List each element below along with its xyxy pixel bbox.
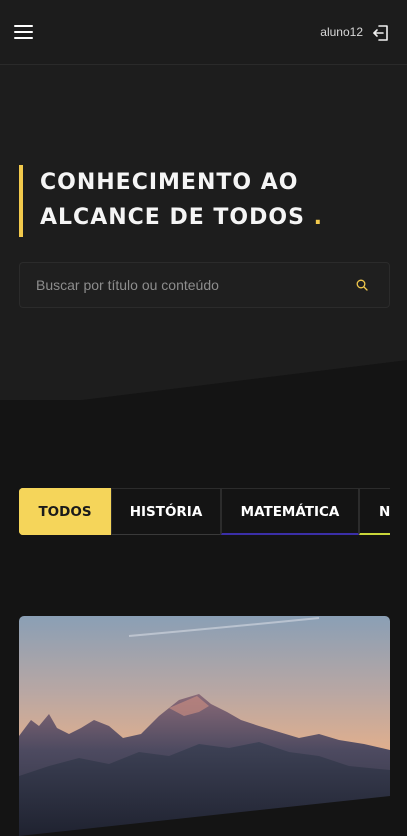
hero-background: [0, 65, 407, 410]
hero-title-line-1: CONHECIMENTO AO: [40, 170, 299, 195]
logout-icon[interactable]: [372, 24, 390, 42]
search-input[interactable]: [20, 263, 340, 307]
category-tabs: TODOS HISTÓRIA MATEMÁTICA N: [19, 488, 390, 535]
tab-historia[interactable]: HISTÓRIA: [111, 488, 221, 535]
hero-title-line-2: ALCANCE DE TODOS .: [40, 200, 379, 235]
search-icon[interactable]: [356, 279, 368, 291]
tab-todos[interactable]: TODOS: [19, 488, 111, 535]
username-label: aluno12: [320, 25, 363, 39]
tab-next[interactable]: N: [359, 488, 390, 535]
hero-title: CONHECIMENTO AO ALCANCE DE TODOS .: [19, 165, 379, 237]
hamburger-menu-icon[interactable]: [14, 24, 34, 40]
hero-title-dot: .: [313, 205, 323, 230]
hero-title-line-2-text: ALCANCE DE TODOS: [40, 205, 305, 230]
post-card[interactable]: [19, 616, 390, 836]
post-card-image: [19, 616, 390, 836]
search-bar: [19, 262, 390, 308]
tab-matematica[interactable]: MATEMÁTICA: [221, 488, 359, 535]
app-header: aluno12: [0, 0, 407, 65]
